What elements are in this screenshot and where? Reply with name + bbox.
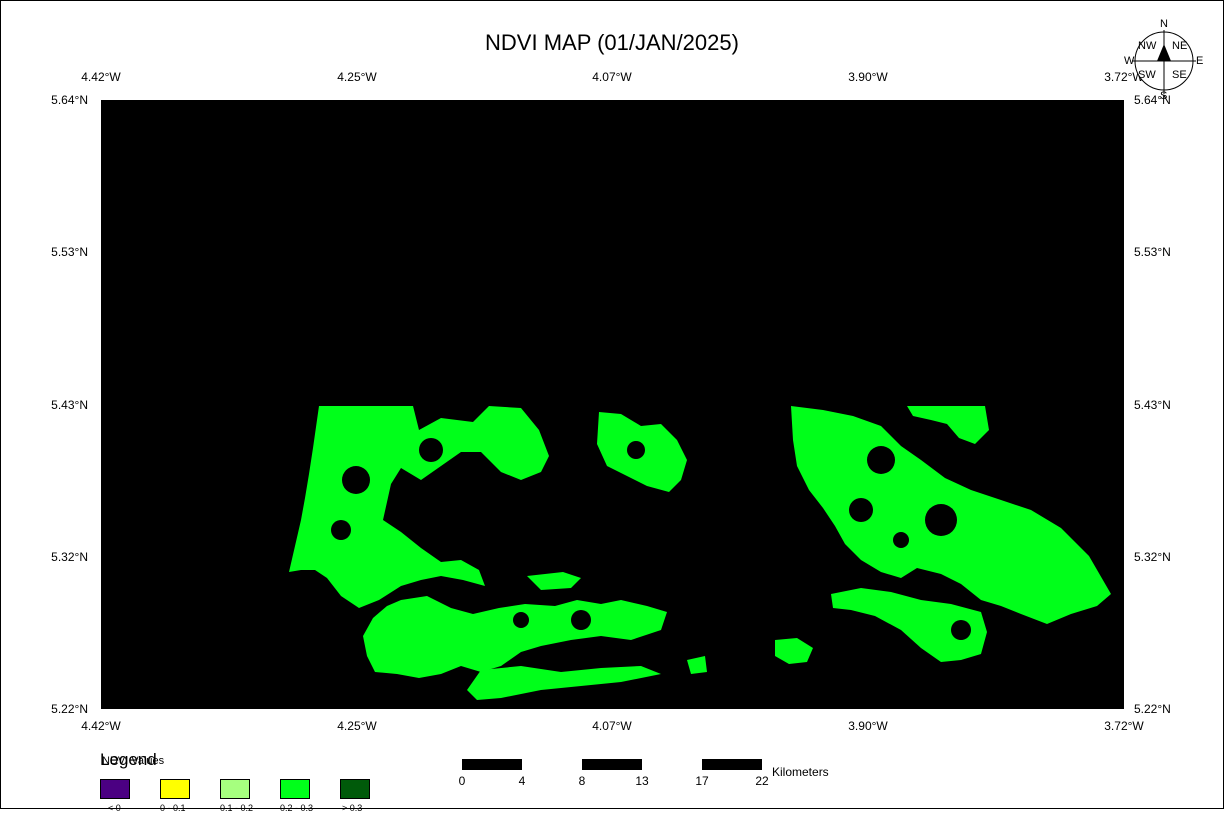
- compass-nw: NW: [1138, 40, 1157, 52]
- lon-tick-top-2: 4.25°W: [337, 70, 377, 84]
- map-title: NDVI MAP (01/JAN/2025): [485, 30, 739, 55]
- compass-sw: SW: [1138, 69, 1156, 81]
- ndvi-map-svg: [101, 100, 1124, 709]
- gap-2: [331, 520, 351, 540]
- scale-bar-segment-3: [702, 759, 762, 770]
- legend-label-5: > 0.3: [342, 803, 363, 813]
- compass-ne: NE: [1172, 40, 1188, 52]
- legend-label-2: 0 - 0.1: [160, 803, 186, 813]
- lat-tick-left-5: 5.22°N: [51, 702, 88, 716]
- lon-tick-top-3: 4.07°W: [592, 70, 632, 84]
- gap-5: [627, 441, 645, 459]
- gap-7: [571, 610, 591, 630]
- legend-label-3: 0.1 - 0.2: [220, 803, 254, 813]
- scale-bar-segment-2: [582, 759, 642, 770]
- lat-tick-right-4: 5.32°N: [1134, 550, 1171, 564]
- compass-w: W: [1124, 55, 1135, 67]
- lat-tick-left-4: 5.32°N: [51, 550, 88, 564]
- scale-label-3: 8: [578, 774, 586, 788]
- gap-6: [513, 612, 529, 628]
- north-arrow-compass: N NW NE W E SW SE S: [1124, 18, 1204, 102]
- lat-tick-right-5: 5.22°N: [1134, 702, 1171, 716]
- legend-swatch-3: [220, 779, 250, 799]
- gap-12: [951, 620, 971, 640]
- compass-s: S: [1160, 90, 1168, 102]
- gap-11: [893, 532, 909, 548]
- compass-rose-icon: [1132, 30, 1196, 94]
- legend-label-1: < 0: [108, 803, 121, 813]
- compass-se: SE: [1172, 69, 1187, 81]
- gap-4: [445, 504, 477, 536]
- lon-tick-bottom-3: 4.07°W: [592, 719, 632, 733]
- scale-label-1: 0: [458, 774, 466, 788]
- compass-e: E: [1196, 55, 1204, 67]
- legend-swatch-1: [100, 779, 130, 799]
- legend-subtitle: NDVI Values: [102, 755, 165, 767]
- scale-label-2: 4: [518, 774, 526, 788]
- legend-swatch-4: [280, 779, 310, 799]
- scale-label-4: 13: [635, 774, 649, 788]
- scale-unit: Kilometers: [772, 765, 829, 779]
- lat-tick-right-2: 5.53°N: [1134, 245, 1171, 259]
- gap-9: [849, 498, 873, 522]
- lon-tick-bottom-5: 3.72°W: [1104, 719, 1144, 733]
- lon-tick-bottom-4: 3.90°W: [848, 719, 888, 733]
- gap-8: [867, 446, 895, 474]
- lat-tick-left-2: 5.53°N: [51, 245, 88, 259]
- lon-tick-bottom-1: 4.42°W: [81, 719, 121, 733]
- legend-swatch-2: [160, 779, 190, 799]
- compass-n: N: [1160, 18, 1168, 30]
- lon-tick-bottom-2: 4.25°W: [337, 719, 377, 733]
- scale-label-5: 17: [695, 774, 709, 788]
- lat-tick-left-1: 5.64°N: [51, 93, 88, 107]
- gap-3: [419, 438, 443, 462]
- scale-label-6: 22: [755, 774, 769, 788]
- lat-tick-left-3: 5.43°N: [51, 398, 88, 412]
- legend-label-4: 0.2 - 0.3: [280, 803, 314, 813]
- legend-swatch-5: [340, 779, 370, 799]
- lat-tick-right-3: 5.43°N: [1134, 398, 1171, 412]
- gap-1: [342, 466, 370, 494]
- scale-bar-segment-1: [462, 759, 522, 770]
- ndvi-map-raster: [101, 100, 1124, 709]
- gap-10: [925, 504, 957, 536]
- lon-tick-top-4: 3.90°W: [848, 70, 888, 84]
- lon-tick-top-1: 4.42°W: [81, 70, 121, 84]
